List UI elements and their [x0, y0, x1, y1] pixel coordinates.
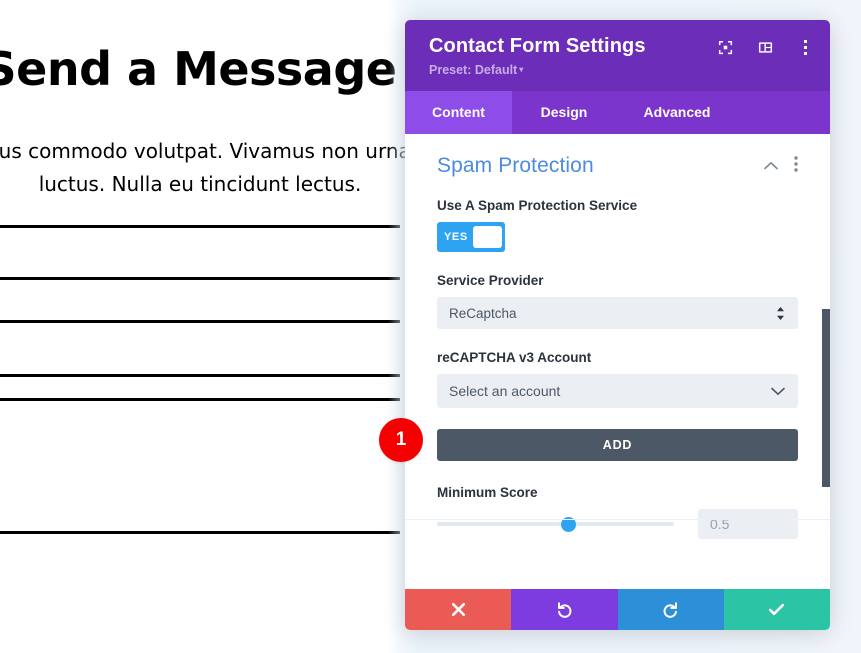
chevron-down-icon: ▾: [519, 65, 524, 74]
panel-scrollbar-thumb[interactable]: [822, 309, 830, 487]
form-field-rule: [0, 531, 400, 534]
callout-badge-1: 1: [379, 418, 423, 462]
use-spam-service-toggle[interactable]: YES: [437, 222, 505, 252]
chevron-up-icon[interactable]: [764, 157, 778, 175]
form-field-rule: [0, 320, 400, 323]
tab-advanced[interactable]: Advanced: [616, 91, 738, 134]
minimum-score-field: Minimum Score 0.5: [437, 485, 798, 539]
recaptcha-account-select[interactable]: Select an account: [437, 374, 798, 408]
chevron-down-icon: [771, 385, 785, 398]
use-spam-service-field: Use A Spam Protection Service YES: [437, 198, 798, 252]
modal-tabs: Content Design Advanced: [405, 91, 830, 134]
minimum-score-slider[interactable]: [437, 514, 698, 534]
form-field-rule: [0, 374, 400, 377]
tab-design[interactable]: Design: [512, 91, 616, 134]
section-title: Spam Protection: [437, 154, 594, 177]
undo-button[interactable]: [511, 589, 618, 630]
modal-header: Contact Form Settings Preset: Default ▾: [405, 20, 830, 91]
redo-button[interactable]: [617, 589, 724, 630]
preset-selector[interactable]: Preset: Default ▾: [429, 63, 523, 77]
toggle-knob: [472, 226, 502, 248]
minimum-score-row: 0.5: [437, 509, 798, 539]
minimum-score-input[interactable]: 0.5: [698, 509, 798, 539]
service-provider-value: ReCaptcha: [449, 305, 517, 321]
service-provider-field: Service Provider ReCaptcha: [437, 273, 798, 329]
settings-scroll-area: Spam Protection Use A Spam Protection Se…: [405, 134, 830, 589]
more-vertical-icon[interactable]: [796, 38, 814, 56]
focus-icon[interactable]: [716, 38, 734, 56]
panel-scrollbar[interactable]: [822, 134, 830, 589]
modal-footer: [405, 589, 830, 630]
form-field-rule: [0, 398, 400, 401]
cancel-button[interactable]: [405, 589, 512, 630]
use-spam-service-label: Use A Spam Protection Service: [437, 198, 638, 213]
preset-label: Preset: Default: [429, 63, 518, 77]
add-account-button[interactable]: ADD: [437, 429, 798, 461]
recaptcha-account-field: reCAPTCHA v3 Account Select an account: [437, 350, 798, 408]
contact-form-settings-modal: Contact Form Settings Preset: Default▾: [405, 20, 830, 630]
sort-arrows-icon: [776, 306, 785, 321]
tab-content[interactable]: Content: [405, 91, 512, 134]
recaptcha-account-label: reCAPTCHA v3 Account: [437, 350, 592, 365]
toggle-value-label: YES: [444, 231, 468, 243]
modal-body: Spam Protection Use A Spam Protection Se…: [405, 134, 830, 589]
section-divider: [405, 519, 830, 520]
spam-protection-section-header: Spam Protection: [437, 154, 798, 178]
more-vertical-icon[interactable]: [794, 155, 798, 177]
service-provider-select[interactable]: ReCaptcha: [437, 297, 798, 329]
minimum-score-label: Minimum Score: [437, 485, 538, 500]
slider-track: [437, 522, 674, 526]
recaptcha-account-value: Select an account: [449, 383, 561, 399]
form-field-rule: [0, 225, 400, 228]
save-button[interactable]: [723, 589, 830, 630]
service-provider-label: Service Provider: [437, 273, 544, 288]
section-controls: [764, 155, 798, 177]
layout-panel-icon[interactable]: [756, 38, 774, 56]
modal-header-icons: [716, 38, 814, 56]
form-field-rule: [0, 277, 400, 280]
